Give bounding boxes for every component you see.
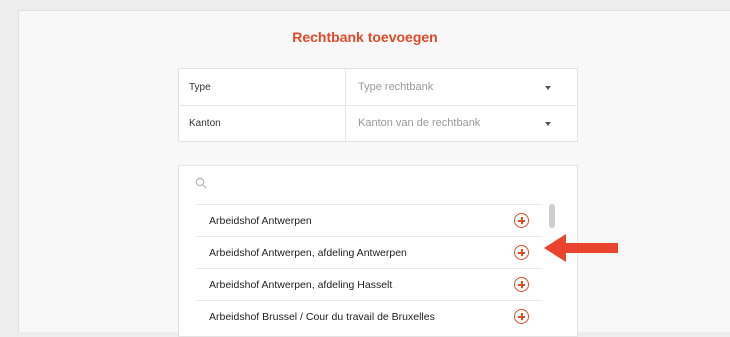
dialog-title: Rechtbank toevoegen [292,29,438,45]
type-select[interactable]: Type rechtbank [346,69,577,105]
canton-label: Kanton [189,117,221,129]
list-item[interactable]: Arbeidshof Antwerpen, afdeling Antwerpen [197,236,541,268]
chevron-down-icon [545,86,551,90]
canton-select-placeholder: Kanton van de rechtbank [358,117,481,129]
type-label: Type [189,81,211,93]
list-item[interactable]: Arbeidshof Antwerpen, afdeling Hasselt [197,268,541,300]
court-filter-form: Type Type rechtbank Kanton Kanton van de… [178,68,578,142]
scrollbar[interactable] [549,204,555,228]
canton-select[interactable]: Kanton van de rechtbank [346,105,577,141]
court-list: Arbeidshof Antwerpen Arbeidshof Antwerpe… [178,165,578,337]
list-item-label: Arbeidshof Antwerpen, afdeling Antwerpen [209,246,407,259]
list-item-label: Arbeidshof Antwerpen, afdeling Hasselt [209,278,393,291]
plus-circle-icon[interactable] [514,309,529,324]
plus-circle-icon[interactable] [514,213,529,228]
chevron-down-icon [545,122,551,126]
arrow-left-icon [544,231,620,270]
list-item[interactable]: Arbeidshof Antwerpen [197,204,541,236]
search-icon[interactable] [195,176,209,190]
list-item[interactable]: Arbeidshof Brussel / Cour du travail de … [197,300,541,332]
canton-row: Kanton Kanton van de rechtbank [179,105,577,141]
plus-circle-icon[interactable] [514,277,529,292]
type-select-placeholder: Type rechtbank [358,81,434,93]
type-row: Type Type rechtbank [179,69,577,106]
list-item-label: Arbeidshof Brussel / Cour du travail de … [209,310,435,323]
list-item-label: Arbeidshof Antwerpen [209,214,312,227]
plus-circle-icon[interactable] [514,245,529,260]
